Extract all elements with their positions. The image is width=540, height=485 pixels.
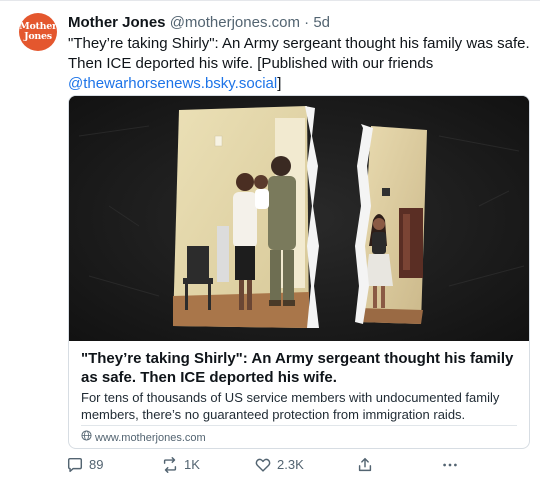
mention-link[interactable]: @thewarhorsenews.bsky.social [68,75,277,92]
post-header: Mother Jones @motherjones.com · 5d [68,13,330,32]
card-image[interactable] [69,96,529,341]
card-description: For tens of thousands of US service memb… [81,390,500,422]
more-button[interactable] [441,456,459,474]
repost-icon [161,456,179,474]
like-icon [254,456,272,474]
like-count: 2.3K [277,457,304,472]
card-title[interactable]: "They’re taking Shirly": An Army sergean… [81,349,521,387]
card-source[interactable]: www.motherjones.com [81,430,206,445]
action-bar: 89 1K 2.3K [66,456,526,476]
repost-button[interactable]: 1K [161,456,200,474]
card-divider [81,425,517,426]
author-handle[interactable]: @motherjones.com [170,14,300,31]
post-text-end: ] [277,75,282,92]
share-icon [356,456,374,474]
link-card[interactable]: "They’re taking Shirly": An Army sergean… [68,95,530,449]
card-source-domain: www.motherjones.com [95,431,206,444]
avatar-text-line2: Jones [24,31,52,42]
reply-count: 89 [89,457,104,472]
separator: · [299,14,314,31]
post-text-main: "They’re taking Shirly": An Army sergean… [68,35,530,72]
share-button[interactable] [356,456,374,474]
author-name[interactable]: Mother Jones [68,14,166,31]
repost-count: 1K [184,457,200,472]
more-icon [441,456,459,474]
post-text: "They’re taking Shirly": An Army sergean… [68,34,530,94]
post[interactable]: Mother Jones Mother Jones @motherjones.c… [0,0,540,485]
reply-icon [66,456,84,474]
post-time[interactable]: 5d [313,14,330,31]
globe-icon [81,430,92,445]
avatar[interactable]: Mother Jones [19,13,57,51]
like-button[interactable]: 2.3K [254,456,304,474]
reply-button[interactable]: 89 [66,456,103,474]
